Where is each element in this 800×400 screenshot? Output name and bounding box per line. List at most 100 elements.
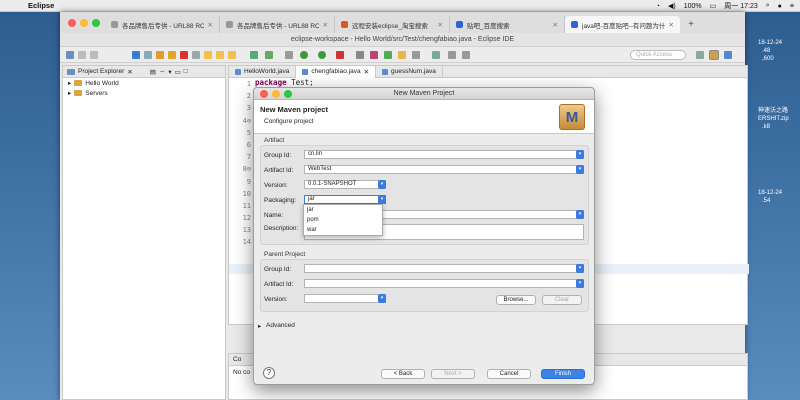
code-text[interactable]: package Test; [255, 78, 314, 87]
group-id-combo[interactable]: cn.lin ▾ [304, 150, 584, 159]
editor-tab[interactable]: HelloWorld.java [229, 65, 297, 78]
chevron-down-icon[interactable]: ▾ [576, 165, 584, 174]
save-icon[interactable] [78, 51, 86, 59]
cancel-button[interactable]: Cancel [487, 369, 531, 379]
suspend-icon[interactable] [168, 51, 176, 59]
search-tool-icon[interactable] [412, 51, 420, 59]
close-tab-icon[interactable]: ✕ [323, 21, 328, 29]
editor-tab-active[interactable]: chengfabiao.java ✕ [296, 65, 377, 78]
editor-tab[interactable]: guessNum.java [376, 65, 443, 78]
chevron-down-icon[interactable]: ▾ [378, 195, 386, 204]
close-window-icon[interactable] [68, 19, 76, 27]
dialog-close-icon[interactable] [260, 90, 268, 98]
advanced-expander-icon[interactable]: ▸ [258, 322, 261, 330]
advanced-toggle[interactable]: Advanced [266, 322, 295, 329]
browser-tab[interactable]: 各品牌售后专供 - URL88 ROM ✕ [105, 16, 220, 33]
terminate-icon[interactable] [180, 51, 188, 59]
clear-button[interactable]: Clear [542, 295, 582, 305]
annotation-icon[interactable] [432, 51, 440, 59]
expand-arrow-icon[interactable]: ▸ [68, 79, 71, 87]
expand-arrow-icon[interactable]: ▸ [68, 89, 71, 97]
tree-item-servers[interactable]: ▸ Servers [63, 88, 225, 98]
chevron-down-icon[interactable]: ▾ [576, 210, 584, 219]
browser-tab[interactable]: 贴吧_百度搜索 ✕ [450, 16, 565, 33]
chevron-down-icon[interactable]: ▾ [576, 264, 584, 273]
clock[interactable]: 周一 17:23 [724, 1, 757, 11]
parent-artifact-id-combo[interactable]: ▾ [304, 279, 584, 288]
parent-group-id-combo[interactable]: ▾ [304, 264, 584, 273]
run-icon[interactable] [300, 51, 308, 59]
step-return-icon[interactable] [228, 51, 236, 59]
chevron-down-icon[interactable]: ▾ [576, 150, 584, 159]
dialog-minimize-icon[interactable] [272, 90, 280, 98]
volume-icon[interactable]: ◀) [668, 2, 676, 10]
dropdown-option-pom[interactable]: pom [304, 215, 382, 225]
dropdown-option-jar[interactable]: jar [304, 205, 382, 215]
user-icon[interactable]: ● [778, 3, 782, 10]
debug-as-icon[interactable] [250, 51, 258, 59]
close-tab-icon[interactable]: ✕ [669, 21, 674, 29]
close-view-icon[interactable]: ✕ [127, 68, 132, 76]
quick-access-input[interactable]: Quick Access [630, 50, 686, 60]
back-nav-icon[interactable] [448, 51, 456, 59]
finish-button[interactable]: Finish [541, 369, 585, 379]
collapse-all-icon[interactable]: ▤ [150, 68, 156, 76]
debug-perspective-icon[interactable] [724, 51, 732, 59]
open-type-icon[interactable] [398, 51, 406, 59]
next-button[interactable]: Next > [431, 369, 475, 379]
target-icon[interactable] [265, 51, 273, 59]
dropdown-option-war[interactable]: war [304, 225, 382, 235]
close-editor-icon[interactable]: ✕ [364, 68, 369, 76]
chevron-down-icon[interactable]: ▾ [576, 279, 584, 288]
java-ee-perspective-icon[interactable] [709, 50, 719, 60]
tree-item-hello-world[interactable]: ▸ Hello World [63, 78, 225, 88]
help-icon[interactable]: ? [263, 367, 275, 379]
dropdown-icon[interactable] [285, 51, 293, 59]
link-editor-icon[interactable]: ⇔ [159, 68, 166, 75]
close-tab-icon[interactable]: ✕ [438, 21, 443, 29]
skip-icon[interactable] [144, 51, 152, 59]
open-perspective-icon[interactable] [696, 51, 704, 59]
new-icon[interactable] [66, 51, 74, 59]
debug-icon[interactable] [132, 51, 140, 59]
browse-button[interactable]: Browse... [496, 295, 536, 305]
browser-tab[interactable]: 各品牌售后专供 - URL88 ROM ✕ [220, 16, 335, 33]
resume-icon[interactable] [156, 51, 164, 59]
close-tab-icon[interactable]: ✕ [553, 21, 558, 29]
artifact-id-combo[interactable]: WebTest ▾ [304, 165, 584, 174]
console-tab[interactable]: Co [233, 356, 241, 363]
external-tools-icon[interactable] [336, 51, 344, 59]
parent-version-combo[interactable]: ▾ [304, 294, 386, 303]
new-class-icon[interactable] [384, 51, 392, 59]
step-over-icon[interactable] [216, 51, 224, 59]
forward-nav-icon[interactable] [462, 51, 470, 59]
menu-list-icon[interactable]: ≡ [790, 3, 794, 10]
chevron-down-icon[interactable]: ▾ [378, 180, 386, 189]
new-package-icon[interactable] [370, 51, 378, 59]
desktop-file-label: .k8 [762, 124, 771, 130]
minimize-view-icon[interactable]: ▭ [175, 68, 181, 76]
disconnect-icon[interactable] [192, 51, 200, 59]
step-into-icon[interactable] [204, 51, 212, 59]
wifi-icon[interactable]: ◔ [656, 3, 660, 10]
browser-tab[interactable]: 远程安装eclipse_淘宝搜索 ✕ [335, 16, 450, 33]
run-as-icon[interactable] [318, 51, 326, 59]
version-combo[interactable]: 0.0.1-SNAPSHOT ▾ [304, 180, 386, 189]
new-java-project-icon[interactable] [356, 51, 364, 59]
search-icon[interactable]: ⌕ [766, 2, 770, 10]
battery-icon[interactable]: ▭ [710, 2, 717, 10]
zoom-window-icon[interactable] [92, 19, 100, 27]
maximize-view-icon[interactable]: □ [184, 68, 188, 75]
close-tab-icon[interactable]: ✕ [208, 21, 213, 29]
view-menu-icon[interactable]: ▾ [168, 68, 171, 76]
packaging-combo[interactable]: jar ▾ [304, 195, 386, 204]
new-tab-button[interactable]: + [684, 16, 698, 33]
back-button[interactable]: < Back [381, 369, 425, 379]
chevron-down-icon[interactable]: ▾ [378, 294, 386, 303]
save-all-icon[interactable] [90, 51, 98, 59]
project-explorer-tab[interactable]: Project Explorer [78, 68, 124, 75]
minimize-window-icon[interactable] [80, 19, 88, 27]
app-menu[interactable]: Eclipse [28, 1, 54, 10]
dialog-zoom-icon[interactable] [284, 90, 292, 98]
browser-tab-active[interactable]: java吧-百度贴吧--有问题为什么 ✕ [565, 16, 680, 33]
